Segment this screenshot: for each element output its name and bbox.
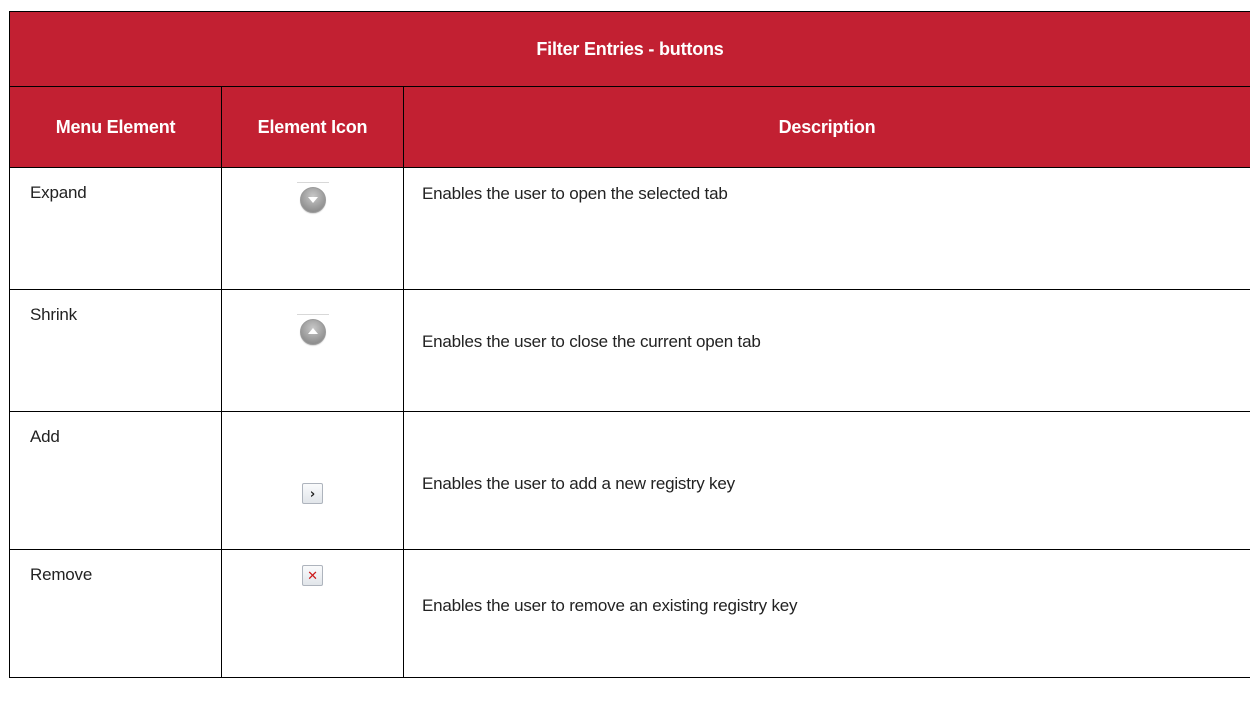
header-menu-element: Menu Element <box>9 86 222 168</box>
description-cell: Enables the user to remove an existing r… <box>402 549 1250 678</box>
header-element-icon: Element Icon <box>221 86 404 168</box>
element-icon-cell: › <box>221 411 404 550</box>
description-cell: Enables the user to open the selected ta… <box>402 167 1250 290</box>
element-name-cell: Shrink <box>9 289 222 412</box>
element-name-cell: Add <box>9 411 222 550</box>
add-arrow-icon: › <box>302 483 323 504</box>
shrink-icon <box>296 314 329 345</box>
expand-icon <box>296 182 329 213</box>
remove-x-icon: ✕ <box>302 565 323 586</box>
header-description: Description <box>402 86 1250 168</box>
filter-entries-table: Filter Entries - buttons Menu Element El… <box>8 11 1250 678</box>
table-row: Expand Enables the user to open the sele… <box>9 167 1250 290</box>
table-title: Filter Entries - buttons <box>8 11 1250 87</box>
description-cell: Enables the user to add a new registry k… <box>402 411 1250 550</box>
table-row: Remove ✕ Enables the user to remove an e… <box>9 549 1250 678</box>
element-icon-cell <box>221 167 404 290</box>
element-name-cell: Expand <box>9 167 222 290</box>
table-row: Add › Enables the user to add a new regi… <box>9 411 1250 550</box>
description-cell: Enables the user to close the current op… <box>402 289 1250 412</box>
element-icon-cell: ✕ <box>221 549 404 678</box>
element-name-cell: Remove <box>9 549 222 678</box>
element-icon-cell <box>221 289 404 412</box>
table-row: Shrink Enables the user to close the cur… <box>9 289 1250 412</box>
